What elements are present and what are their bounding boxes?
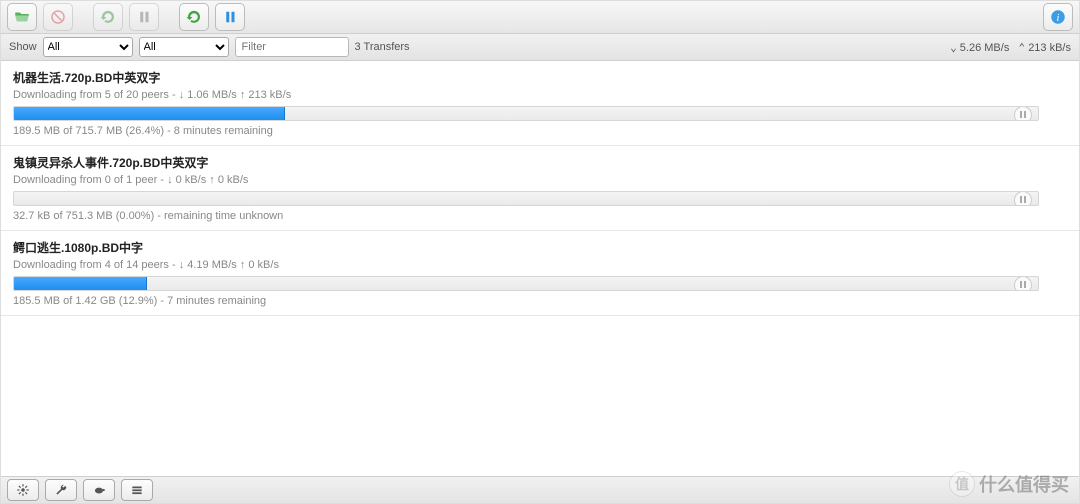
bottom-bar [1,476,1079,503]
transfer-row[interactable]: 机器生活.720p.BD中英双字 Downloading from 5 of 20… [1,61,1079,146]
remove-icon [49,8,67,26]
transfer-status: Downloading from 0 of 1 peer - ↓ 0 kB/s … [13,174,1067,186]
app-window: i Show All All 3 Transfers ⌄ 5.26 MB/s ⌃… [0,0,1080,504]
info-button[interactable]: i [1043,3,1073,31]
resume-all-button[interactable] [179,3,209,31]
show-label: Show [9,41,37,53]
turtle-icon [92,483,106,497]
pause-all-button[interactable] [215,3,245,31]
compact-view-button[interactable] [121,479,153,501]
svg-text:i: i [1057,13,1060,24]
up-arrow-icon: ⌃ [1019,41,1026,54]
group-filter-select[interactable]: All [139,37,229,57]
wrench-icon [54,483,68,497]
transfer-status: Downloading from 5 of 20 peers - ↓ 1.06 … [13,89,1067,101]
progress-bar [13,106,1039,121]
transfer-count: 3 Transfers [355,41,410,53]
progress-fill [14,277,147,290]
open-button[interactable] [7,3,37,31]
transfer-summary: 32.7 kB of 751.3 MB (0.00%) - remaining … [13,210,1067,222]
transfer-status: Downloading from 4 of 14 peers - ↓ 4.19 … [13,259,1067,271]
global-rates: ⌄ 5.26 MB/s ⌃ 213 kB/s [950,41,1071,54]
pause-transfer-button[interactable] [1014,106,1032,121]
transfer-title: 机器生活.720p.BD中英双字 [13,69,1067,86]
progress-fill [14,107,285,120]
transfer-summary: 185.5 MB of 1.42 GB (12.9%) - 7 minutes … [13,295,1067,307]
pause-icon [135,8,153,26]
progress-bar [13,191,1039,206]
prefs-button[interactable] [45,479,77,501]
pause-transfer-button[interactable] [1014,191,1032,206]
transfer-title: 鳄口逃生.1080p.BD中字 [13,239,1067,256]
toolbar: i [1,1,1079,34]
turtle-button[interactable] [83,479,115,501]
filter-bar: Show All All 3 Transfers ⌄ 5.26 MB/s ⌃ 2… [1,34,1079,61]
transfer-list: 机器生活.720p.BD中英双字 Downloading from 5 of 20… [1,61,1079,476]
settings-button[interactable] [7,479,39,501]
info-icon: i [1049,8,1067,26]
progress-bar [13,276,1039,291]
pause-button[interactable] [129,3,159,31]
filter-input[interactable] [235,37,349,57]
resume-all-icon [185,8,203,26]
resume-button[interactable] [93,3,123,31]
gear-icon [16,483,30,497]
remove-button[interactable] [43,3,73,31]
open-icon [13,8,31,26]
compact-icon [130,483,144,497]
global-up-rate: 213 kB/s [1028,42,1071,54]
pause-transfer-button[interactable] [1014,276,1032,291]
transfer-row[interactable]: 鬼镇灵异杀人事件.720p.BD中英双字 Downloading from 0 o… [1,146,1079,231]
down-arrow-icon: ⌄ [950,41,957,54]
global-down-rate: 5.26 MB/s [960,42,1010,54]
pause-all-icon [221,8,239,26]
transfer-row[interactable]: 鳄口逃生.1080p.BD中字 Downloading from 4 of 14 … [1,231,1079,316]
resume-icon [99,8,117,26]
status-filter-select[interactable]: All [43,37,133,57]
transfer-summary: 189.5 MB of 715.7 MB (26.4%) - 8 minutes… [13,125,1067,137]
transfer-title: 鬼镇灵异杀人事件.720p.BD中英双字 [13,154,1067,171]
